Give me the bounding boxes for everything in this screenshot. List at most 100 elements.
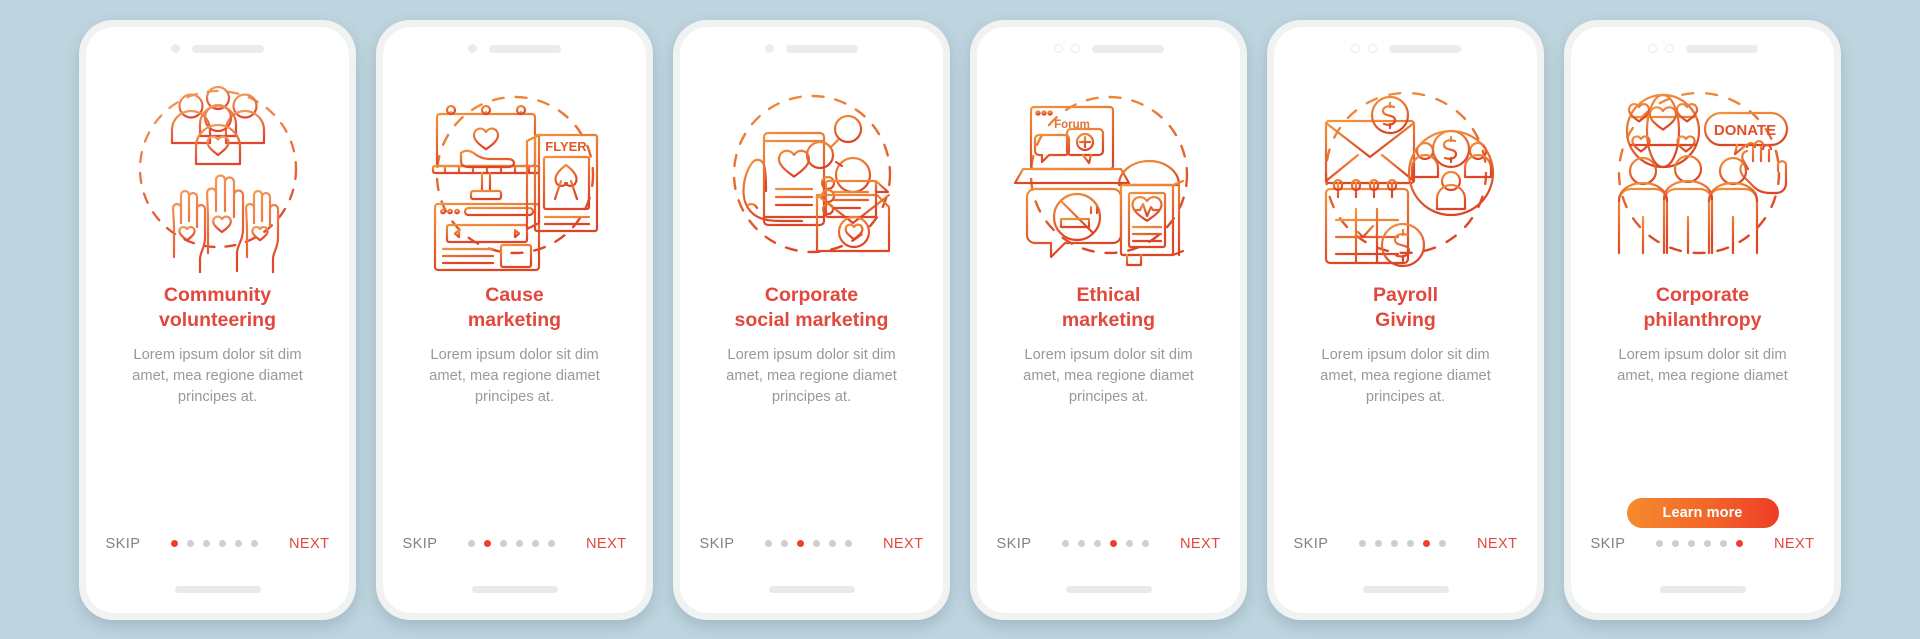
camera-icon	[765, 44, 774, 53]
camera-icon	[1070, 44, 1080, 53]
pagination-dot-4[interactable]	[1407, 540, 1415, 547]
next-button[interactable]: NEXT	[289, 536, 330, 552]
next-button[interactable]: NEXT	[1477, 536, 1518, 552]
pagination-dot-1[interactable]	[1062, 540, 1070, 547]
home-indicator	[1362, 585, 1449, 593]
onboarding-screen-ethical-marketing: Forum Ethical marketing Lorem ipsum dolo…	[977, 26, 1240, 613]
onboarding-nav-row: SKIP NEXT	[700, 536, 924, 552]
forum-label: Forum	[1054, 119, 1090, 131]
phone-notch-bar-3	[680, 27, 943, 71]
screen-title: Corporate social marketing	[734, 283, 889, 331]
phone-mockup-1: Community volunteering Lorem ipsum dolor…	[79, 19, 356, 620]
next-button[interactable]: NEXT	[1180, 536, 1221, 552]
skip-button[interactable]: SKIP	[997, 536, 1032, 552]
pagination-dots	[468, 540, 556, 547]
screen-title: Ethical marketing	[1061, 283, 1156, 331]
speaker-grille-icon	[1388, 44, 1461, 53]
cause-marketing-illustration: FLYER	[431, 95, 598, 271]
pagination-dot-5[interactable]	[829, 540, 837, 547]
ethical-marketing-illustration: Forum	[1013, 95, 1188, 266]
screen-title: Community volunteering	[158, 283, 276, 331]
pagination-dot-5[interactable]	[1423, 540, 1431, 547]
home-indicator	[174, 585, 261, 593]
pagination-dot-6[interactable]	[1736, 540, 1744, 547]
next-button[interactable]: NEXT	[1774, 536, 1815, 552]
phone-notch-bar-2	[383, 27, 646, 71]
phone-mockup-2: FLYER Cause marketing Lorem ipsum dolor …	[376, 19, 653, 620]
pagination-dot-3[interactable]	[500, 540, 508, 547]
pagination-dot-2[interactable]	[1078, 540, 1086, 547]
pagination-dots	[1062, 540, 1150, 547]
home-indicator	[1659, 585, 1746, 593]
phone-mockup-3: Corporate social marketing Lorem ipsum d…	[673, 19, 950, 620]
phone-notch-bar-6	[1571, 27, 1834, 71]
camera-icon	[1367, 44, 1377, 53]
camera-icon	[171, 44, 180, 53]
pagination-dot-1[interactable]	[1359, 540, 1367, 547]
onboarding-nav-row: SKIP NEXT	[403, 536, 627, 552]
pagination-dot-3[interactable]	[797, 540, 805, 547]
camera-icon	[1664, 44, 1674, 53]
pagination-dot-3[interactable]	[1688, 540, 1696, 547]
skip-button[interactable]: SKIP	[403, 536, 438, 552]
pagination-dot-4[interactable]	[516, 540, 524, 547]
pagination-dots	[765, 540, 853, 547]
pagination-dot-4[interactable]	[1110, 540, 1118, 547]
corporate-social-marketing-illustration	[732, 94, 891, 253]
community-volunteering-illustration	[138, 85, 297, 273]
learn-more-button[interactable]: Learn more	[1626, 497, 1779, 528]
screen-description: Lorem ipsum dolor sit dim amet, mea regi…	[726, 346, 897, 405]
screen-description: Lorem ipsum dolor sit dim amet, mea regi…	[132, 346, 303, 405]
pagination-dot-1[interactable]	[1656, 540, 1664, 547]
pagination-dot-2[interactable]	[1375, 540, 1383, 547]
camera-icon	[468, 44, 477, 53]
pagination-dot-4[interactable]	[219, 540, 227, 547]
speaker-grille-icon	[1091, 44, 1164, 53]
next-button[interactable]: NEXT	[586, 536, 627, 552]
pagination-dot-6[interactable]	[845, 540, 853, 547]
onboarding-screen-corporate-philanthropy: DONATE Corporate philanthropy Lorem ipsu…	[1571, 26, 1834, 613]
pagination-dot-1[interactable]	[765, 540, 773, 547]
pagination-dot-4[interactable]	[813, 540, 821, 547]
corporate-philanthropy-illustration: DONATE	[1617, 91, 1788, 254]
pagination-dot-6[interactable]	[548, 540, 556, 547]
pagination-dot-6[interactable]	[251, 540, 259, 547]
phone-mockup-4: Forum Ethical marketing Lorem ipsum dolo…	[970, 19, 1247, 620]
sensor-icon	[1053, 44, 1063, 53]
skip-button[interactable]: SKIP	[700, 536, 735, 552]
speaker-grille-icon	[786, 44, 858, 53]
pagination-dot-6[interactable]	[1142, 540, 1150, 547]
skip-button[interactable]: SKIP	[1591, 536, 1626, 552]
pagination-dot-3[interactable]	[203, 540, 211, 547]
sensor-icon	[1350, 44, 1360, 53]
pagination-dot-3[interactable]	[1094, 540, 1102, 547]
screen-description: Lorem ipsum dolor sit dim amet, mea regi…	[1023, 346, 1194, 405]
skip-button[interactable]: SKIP	[1294, 536, 1329, 552]
phone-notch-bar-1	[86, 27, 349, 71]
pagination-dot-5[interactable]	[1720, 540, 1728, 547]
payroll-giving-illustration	[1324, 91, 1494, 267]
next-button[interactable]: NEXT	[883, 536, 924, 552]
pagination-dot-2[interactable]	[781, 540, 789, 547]
phone-notch-bar-5	[1274, 27, 1537, 71]
speaker-grille-icon	[489, 44, 561, 53]
pagination-dot-4[interactable]	[1704, 540, 1712, 547]
home-indicator	[1065, 585, 1152, 593]
pagination-dot-5[interactable]	[235, 540, 243, 547]
pagination-dot-3[interactable]	[1391, 540, 1399, 547]
pagination-dot-5[interactable]	[532, 540, 540, 547]
onboarding-nav-row: SKIP NEXT	[106, 536, 330, 552]
sensor-icon	[1647, 44, 1657, 53]
pagination-dot-2[interactable]	[484, 540, 492, 547]
speaker-grille-icon	[1685, 44, 1758, 53]
onboarding-nav-row: SKIP NEXT	[1591, 536, 1815, 552]
pagination-dot-2[interactable]	[187, 540, 195, 547]
pagination-dot-5[interactable]	[1126, 540, 1134, 547]
pagination-dot-2[interactable]	[1672, 540, 1680, 547]
pagination-dot-1[interactable]	[468, 540, 476, 547]
pagination-dot-1[interactable]	[171, 540, 179, 547]
home-indicator	[471, 585, 558, 593]
pagination-dot-6[interactable]	[1439, 540, 1447, 547]
home-indicator	[768, 585, 855, 593]
skip-button[interactable]: SKIP	[106, 536, 141, 552]
